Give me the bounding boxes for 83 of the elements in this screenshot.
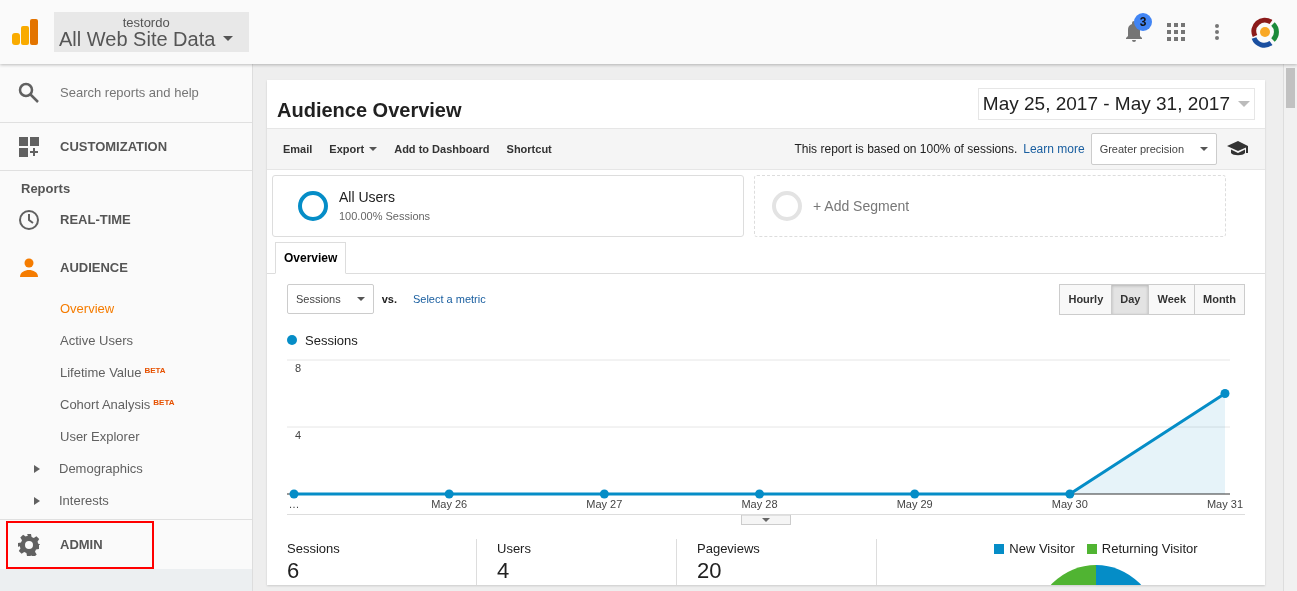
caret-icon (1200, 147, 1208, 151)
metric-value: 20 (697, 558, 723, 583)
expand-chart-handle[interactable] (741, 515, 791, 525)
clock-icon (18, 209, 40, 231)
realtime-link[interactable]: REAL-TIME (60, 210, 131, 230)
data-point (599, 489, 609, 499)
x-tick-label: May 30 (1051, 498, 1088, 510)
analytics-logo (12, 19, 38, 45)
y-tick-label: 8 (295, 362, 302, 374)
expand-arrow-icon[interactable] (34, 497, 40, 505)
x-tick-label: May 26 (431, 498, 468, 510)
data-point (444, 489, 454, 499)
toolbar-button[interactable]: Email (283, 140, 313, 158)
x-tick-label: May 28 (741, 498, 778, 510)
data-point (755, 489, 764, 499)
beta-label: BETA (153, 397, 175, 409)
section-heading: Reports (20, 180, 72, 197)
nav-item-link[interactable]: Demographics (59, 459, 143, 479)
nav-item-link[interactable]: User Explorer (60, 427, 140, 447)
graduation-cap-icon (1227, 141, 1249, 157)
admin-link[interactable]: ADMIN (60, 534, 103, 555)
data-point (910, 489, 920, 499)
segment-detail: 100.00% Sessions (339, 209, 431, 225)
apps-grid-icon[interactable] (1167, 23, 1185, 41)
data-point (289, 489, 299, 499)
metric-value: 4 (497, 558, 511, 583)
metric-select[interactable]: Sessions (287, 284, 374, 315)
x-tick-label: May 31 (1206, 498, 1244, 510)
caret-icon (223, 36, 234, 41)
notification-badge: 3 (1134, 13, 1152, 31)
property-name: All Web Site Data (59, 28, 216, 49)
learn-more-link[interactable]: Learn more (1023, 140, 1085, 158)
legend-label: Sessions (305, 331, 358, 350)
toolbar-button[interactable]: Shortcut (506, 140, 552, 158)
legend-dot-icon (287, 335, 297, 346)
customization-link[interactable]: CUSTOMIZATION (60, 136, 168, 157)
caret-icon (1238, 101, 1250, 107)
caret-icon (356, 297, 365, 302)
segment-ring-icon (297, 190, 329, 222)
property-selector[interactable]: testordo All Web Site Data (54, 12, 250, 52)
report-title: Audience Overview (277, 98, 462, 123)
granularity-button[interactable]: Week (1148, 284, 1195, 315)
granularity-button[interactable]: Day (1111, 284, 1150, 315)
x-tick-label: … (288, 498, 300, 510)
metric-label: Pageviews (697, 540, 761, 558)
nav-item-link[interactable]: Interests (59, 491, 109, 511)
date-range-picker[interactable]: May 25, 2017 - May 31, 2017 (977, 87, 1255, 121)
data-point (1065, 489, 1075, 499)
granularity-button[interactable]: Month (1194, 284, 1245, 315)
search-field[interactable]: Search reports and help (60, 83, 230, 103)
gear-icon (18, 533, 40, 556)
precision-select[interactable]: Greater precision (1090, 132, 1217, 166)
metric-label: Users (497, 540, 532, 558)
dashboard-plus-icon (18, 135, 40, 158)
sampling-note: This report is based on 100% of sessions. (794, 141, 1018, 158)
data-point (1220, 389, 1230, 398)
legend-label: New Visitor (1009, 540, 1075, 558)
audience-link[interactable]: AUDIENCE (60, 258, 128, 278)
scrollbar[interactable] (1283, 64, 1297, 591)
nav-item-link[interactable]: Lifetime Value (60, 363, 142, 383)
segment-ring-icon (771, 190, 803, 222)
account-name: testordo (121, 15, 171, 29)
toolbar-button[interactable]: Add to Dashboard (394, 140, 490, 158)
account-avatar-icon[interactable] (1249, 16, 1281, 48)
y-tick-label: 4 (295, 429, 302, 441)
metric-value: 6 (287, 558, 301, 583)
tab[interactable]: Overview (275, 242, 347, 274)
select-metric-link[interactable]: Select a metric (412, 291, 486, 308)
add-segment-button[interactable]: + Add Segment (754, 175, 1226, 237)
expand-arrow-icon[interactable] (34, 465, 40, 473)
beta-label: BETA (144, 365, 166, 377)
nav-item-link[interactable]: Cohort Analysis (60, 395, 151, 415)
search-icon (18, 82, 40, 104)
more-options-icon[interactable] (1215, 24, 1219, 40)
granularity-button[interactable]: Hourly (1059, 284, 1113, 315)
x-tick-label: May 27 (586, 498, 623, 510)
nav-item-link[interactable]: Active Users (60, 331, 133, 351)
x-tick-label: May 29 (896, 498, 933, 510)
toolbar-button[interactable]: Export (329, 140, 378, 158)
legend-label: Returning Visitor (1101, 540, 1198, 558)
segment-name: All Users (339, 188, 396, 208)
metric-label: Sessions (287, 540, 341, 558)
vs-label: vs. (381, 292, 397, 307)
